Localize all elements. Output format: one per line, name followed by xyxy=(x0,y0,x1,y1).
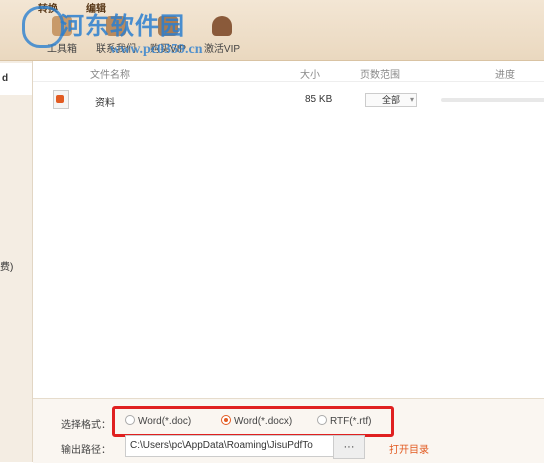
format-docx-label: Word(*.docx) xyxy=(234,416,293,427)
pdf-file-icon xyxy=(53,90,69,109)
page-range-select[interactable]: 全部 ▾ xyxy=(365,93,417,107)
format-radio-rtf[interactable]: RTF(*.rtf) xyxy=(317,415,372,427)
toolbox-icon xyxy=(52,16,72,36)
output-path-label: 输出路径： xyxy=(61,445,111,456)
radio-icon xyxy=(317,415,327,426)
table-row[interactable]: 资料 85 KB 全部 ▾ xyxy=(33,86,544,114)
col-size: 大小 xyxy=(300,70,320,81)
progress-bar xyxy=(441,98,544,102)
col-filename: 文件名称 xyxy=(90,70,130,81)
cart-icon xyxy=(158,16,178,36)
sidebar-item-selected[interactable]: d xyxy=(0,63,32,95)
col-progress: 进度 xyxy=(495,70,515,81)
buy-vip-button[interactable]: 购买VIP xyxy=(138,16,198,55)
output-path-field[interactable]: C:\Users\pc\AppData\Roaming\JisuPdfTo xyxy=(125,435,341,457)
format-radio-docx[interactable]: Word(*.docx) xyxy=(221,415,293,427)
format-label: 选择格式： xyxy=(61,420,111,431)
contact-button[interactable]: 联系我们 xyxy=(86,16,146,55)
radio-selected-icon xyxy=(221,415,231,426)
buy-vip-label: 购买VIP xyxy=(149,44,187,55)
chevron-down-icon: ▾ xyxy=(409,95,414,104)
file-table-header: 文件名称 大小 页数范围 进度 xyxy=(33,61,544,82)
contact-label: 联系我们 xyxy=(96,44,136,55)
file-size: 85 KB xyxy=(305,94,333,105)
format-doc-label: Word(*.doc) xyxy=(138,416,192,427)
browse-button[interactable]: ··· xyxy=(333,435,365,459)
toolbox-label: 工具箱 xyxy=(47,44,77,55)
page-range-value: 全部 xyxy=(381,95,400,105)
menu-edit[interactable]: 编辑 xyxy=(86,0,106,15)
radio-icon xyxy=(125,415,135,426)
menu-convert[interactable]: 转换 xyxy=(38,0,58,15)
sidebar: d 费) xyxy=(0,61,33,462)
file-name: 资料 xyxy=(95,98,115,109)
top-menu: 转换 编辑 xyxy=(0,0,544,15)
user-icon xyxy=(212,16,232,36)
toolbox-button[interactable]: 工具箱 xyxy=(32,16,92,55)
col-pages: 页数范围 xyxy=(360,70,400,81)
contact-icon xyxy=(106,16,126,36)
format-rtf-label: RTF(*.rtf) xyxy=(330,416,372,427)
output-settings-panel: 选择格式： Word(*.doc) Word(*.docx) RTF(*.rtf… xyxy=(33,398,544,463)
activate-vip-button[interactable]: 激活VIP xyxy=(192,16,252,55)
open-directory-link[interactable]: 打开目录 xyxy=(389,441,429,456)
format-radio-doc[interactable]: Word(*.doc) xyxy=(125,415,192,427)
toolbar: 转换 编辑 工具箱 联系我们 购买VIP 激活VIP 河东软件园 www.pc0… xyxy=(0,0,544,61)
sidebar-item-label: d xyxy=(2,73,9,84)
sidebar-item-other-label: 费) xyxy=(0,262,14,273)
activate-vip-label: 激活VIP xyxy=(203,44,241,55)
